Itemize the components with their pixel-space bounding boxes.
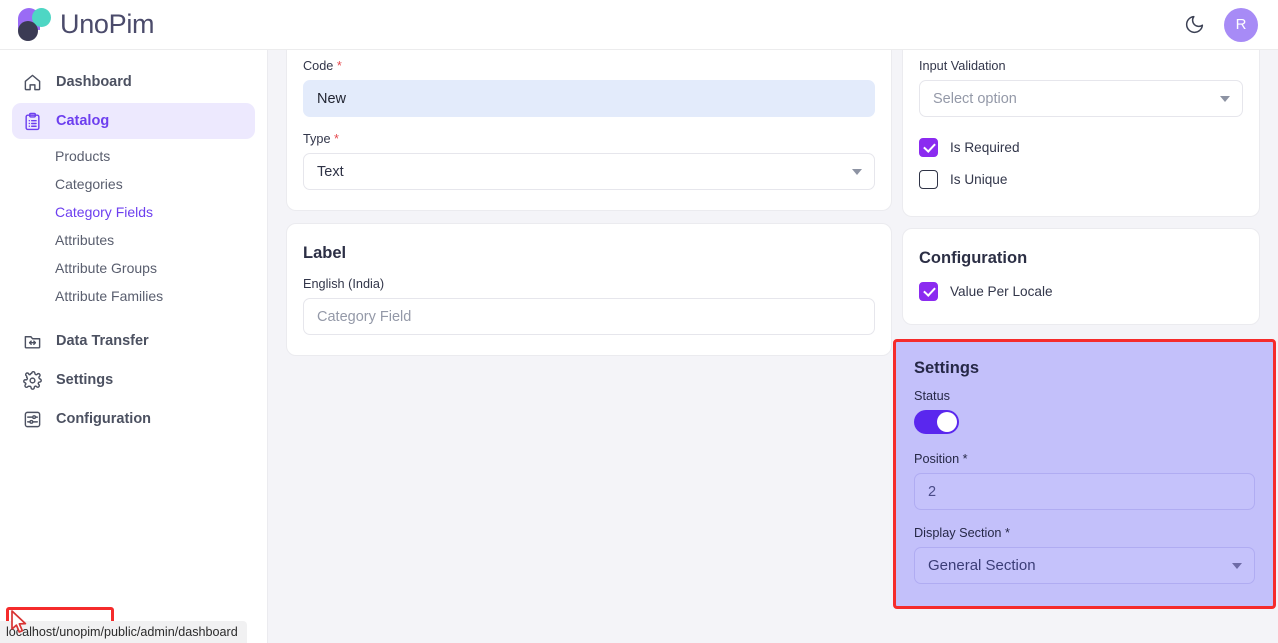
top-bar: UnoPim R <box>0 0 1278 50</box>
sidebar-subitem-categories[interactable]: Categories <box>12 170 255 198</box>
sidebar-item-label: Data Transfer <box>56 333 149 349</box>
right-column: Input Validation Is Required Is Unique <box>902 50 1260 609</box>
settings-card: Settings Status Position * <box>893 339 1276 609</box>
position-label: Position * <box>914 452 1255 466</box>
is-required-checkbox[interactable] <box>919 138 938 157</box>
configuration-card-title: Configuration <box>919 249 1243 268</box>
sidebar-item-label: Dashboard <box>56 74 132 90</box>
position-input[interactable] <box>914 473 1255 510</box>
input-validation-group: Input Validation <box>919 59 1243 117</box>
sliders-icon <box>22 409 43 430</box>
type-field-group: Type * <box>303 132 875 190</box>
logo-shape-navy <box>18 21 38 41</box>
display-section-label: Display Section * <box>914 526 1255 540</box>
display-section-field-group: Display Section * <box>914 526 1255 584</box>
general-card: Code * Type * <box>286 50 892 211</box>
settings-card-title: Settings <box>914 359 1255 378</box>
code-label-text: Code <box>303 59 333 73</box>
card-spacer <box>902 217 1260 228</box>
sidebar-item-data-transfer[interactable]: Data Transfer <box>12 323 255 359</box>
clipboard-icon <box>22 111 43 132</box>
gear-icon <box>22 370 43 391</box>
avatar[interactable]: R <box>1224 8 1258 42</box>
required-star: * <box>337 59 342 73</box>
code-label: Code * <box>303 59 875 73</box>
is-unique-checkbox-row[interactable]: Is Unique <box>919 164 1243 194</box>
locale-label-input[interactable] <box>303 298 875 335</box>
position-field-group: Position * <box>914 452 1255 510</box>
display-section-select-wrapper <box>914 547 1255 584</box>
sidebar-item-dashboard[interactable]: Dashboard <box>12 64 255 100</box>
value-per-locale-checkbox-row[interactable]: Value Per Locale <box>919 276 1243 306</box>
status-field-group: Status <box>914 389 1255 434</box>
sidebar-subitem-category-fields[interactable]: Category Fields <box>12 198 255 226</box>
value-per-locale-label: Value Per Locale <box>950 284 1053 299</box>
sidebar-item-label: Catalog <box>56 113 109 129</box>
code-input[interactable] <box>303 80 875 117</box>
is-required-checkbox-row[interactable]: Is Required <box>919 132 1243 162</box>
sidebar-item-label: Configuration <box>56 411 151 427</box>
sidebar: Dashboard Catalog Products Categories Ca… <box>0 50 268 643</box>
brand-name: UnoPim <box>60 9 154 40</box>
sidebar-item-catalog[interactable]: Catalog <box>12 103 255 139</box>
toggle-knob <box>937 412 957 432</box>
configuration-card: Configuration Value Per Locale <box>902 228 1260 325</box>
label-card: Label English (India) <box>286 223 892 356</box>
required-star: * <box>1005 526 1010 540</box>
app-root: UnoPim R Dashboard <box>0 0 1278 643</box>
is-unique-label: Is Unique <box>950 172 1007 187</box>
data-transfer-icon <box>22 331 43 352</box>
card-spacer <box>286 211 892 223</box>
validation-card: Input Validation Is Required Is Unique <box>902 50 1260 217</box>
sidebar-subitem-products[interactable]: Products <box>12 142 255 170</box>
input-validation-label: Input Validation <box>919 59 1243 73</box>
sidebar-divider <box>0 310 267 323</box>
top-bar-actions: R <box>1180 8 1258 42</box>
sidebar-item-configuration[interactable]: Configuration <box>12 401 255 437</box>
type-select[interactable] <box>303 153 875 190</box>
type-label-text: Type <box>303 132 331 146</box>
unopim-logo-icon <box>18 8 51 41</box>
sidebar-subitem-attribute-groups[interactable]: Attribute Groups <box>12 254 255 282</box>
type-label: Type * <box>303 132 875 146</box>
brand-logo[interactable]: UnoPim <box>18 8 154 41</box>
main-content: Code * Type * <box>268 50 1278 643</box>
locale-field-group: English (India) <box>303 277 875 335</box>
required-star: * <box>334 132 339 146</box>
is-unique-checkbox[interactable] <box>919 170 938 189</box>
locale-label: English (India) <box>303 277 875 291</box>
display-section-select[interactable] <box>914 547 1255 584</box>
value-per-locale-checkbox[interactable] <box>919 282 938 301</box>
code-field-group: Code * <box>303 59 875 117</box>
input-validation-select-wrapper <box>919 80 1243 117</box>
is-required-label: Is Required <box>950 140 1020 155</box>
home-icon <box>22 72 43 93</box>
sidebar-subitem-attribute-families[interactable]: Attribute Families <box>12 282 255 310</box>
sidebar-item-label: Settings <box>56 372 113 388</box>
status-toggle[interactable] <box>914 410 959 434</box>
label-card-title: Label <box>303 244 875 263</box>
moon-icon[interactable] <box>1180 11 1208 39</box>
input-validation-select[interactable] <box>919 80 1243 117</box>
sidebar-subitem-attributes[interactable]: Attributes <box>12 226 255 254</box>
type-select-wrapper <box>303 153 875 190</box>
sidebar-item-settings[interactable]: Settings <box>12 362 255 398</box>
position-label-text: Position <box>914 452 959 466</box>
status-label: Status <box>914 389 1255 403</box>
left-column: Code * Type * <box>286 50 892 356</box>
required-star: * <box>963 452 968 466</box>
status-bar-url: localhost/unopim/public/admin/dashboard <box>0 621 247 643</box>
display-section-label-text: Display Section <box>914 526 1001 540</box>
